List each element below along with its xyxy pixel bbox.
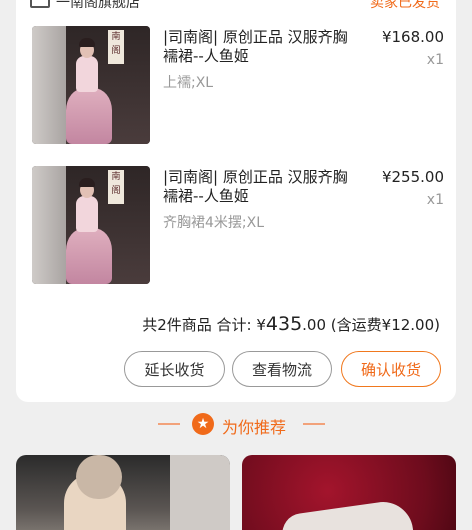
order-summary: 共2件商品 合计: ¥435.00 (含运费¥12.00) [142, 313, 440, 335]
extend-receipt-button[interactable]: 延长收货 [124, 351, 225, 387]
total-amount-decimal: .00 [302, 316, 327, 334]
item-count: 共2件商品 [142, 316, 212, 334]
order-status: 卖家已发货 [370, 0, 440, 11]
product-quantity: x1 [426, 52, 444, 68]
thumbnail-figure-top [76, 196, 98, 232]
thumbnail-wall [32, 26, 66, 144]
divider-line-left [158, 423, 180, 425]
product-quantity: x1 [426, 192, 444, 208]
recommend-image-hair [76, 455, 122, 499]
product-price: ¥255.00 [381, 168, 444, 186]
divider-line-right [303, 423, 325, 425]
thumbnail-wall [32, 166, 66, 284]
product-spec: 上襦;XL [163, 75, 214, 91]
thumbnail-figure-skirt [66, 228, 112, 284]
product-thumbnail[interactable]: 南阁 [32, 166, 150, 284]
recommend-image-panel [170, 455, 230, 530]
thumbnail-sign: 南阁 [108, 170, 124, 204]
thumbnail-figure-top [76, 56, 98, 92]
product-price: ¥168.00 [381, 28, 444, 46]
shipping-fee: (含运费¥12.00) [330, 316, 440, 334]
shop-name[interactable]: 一南阁旗舰店 [56, 0, 140, 12]
thumbnail-figure-skirt [66, 88, 112, 144]
total-amount-integer: 435 [265, 313, 303, 335]
recommend-header: ★ 为你推荐 [0, 412, 472, 437]
product-title[interactable]: |司南阁| 原创正品 汉服齐胸襦裙--人鱼姬 [163, 168, 359, 206]
thumbnail-sign: 南阁 [108, 30, 124, 64]
total-currency: ¥ [256, 316, 266, 334]
recommend-card[interactable] [16, 455, 230, 530]
order-item[interactable]: 南阁 |司南阁| 原创正品 汉服齐胸襦裙--人鱼姬 上襦;XL ¥168.00 … [32, 26, 446, 144]
view-logistics-button[interactable]: 查看物流 [232, 351, 332, 387]
recommend-label: 为你推荐 [222, 418, 287, 437]
shop-header[interactable]: 一南阁旗舰店 卖家已发货 [30, 0, 440, 12]
star-icon: ★ [192, 413, 214, 435]
recommend-card[interactable] [242, 455, 456, 530]
order-item[interactable]: 南阁 |司南阁| 原创正品 汉服齐胸襦裙--人鱼姬 齐胸裙4米摆;XL ¥255… [32, 166, 446, 284]
product-spec: 齐胸裙4米摆;XL [163, 215, 265, 231]
recommend-image-shoe [279, 498, 415, 530]
confirm-receipt-button[interactable]: 确认收货 [341, 351, 441, 387]
thumbnail-figure-hair [79, 178, 95, 187]
product-thumbnail[interactable]: 南阁 [32, 26, 150, 144]
thumbnail-figure-hair [79, 38, 95, 47]
order-detail-page: 一南阁旗舰店 卖家已发货 南阁 |司南阁| 原创正品 汉服齐胸襦裙--人鱼姬 上… [0, 0, 472, 530]
product-title[interactable]: |司南阁| 原创正品 汉服齐胸襦裙--人鱼姬 [163, 28, 359, 66]
store-icon [30, 0, 50, 8]
total-label: 合计: [216, 316, 257, 334]
